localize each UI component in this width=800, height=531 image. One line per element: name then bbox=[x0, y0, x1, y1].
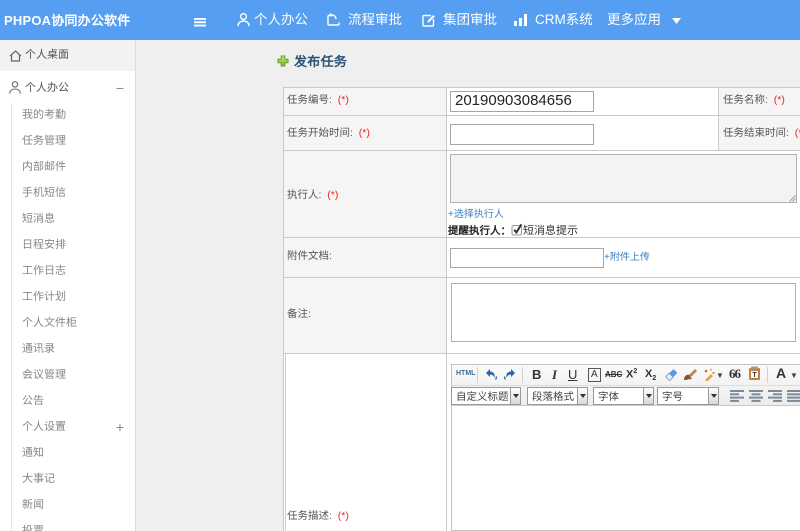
svg-text:T: T bbox=[752, 372, 757, 379]
